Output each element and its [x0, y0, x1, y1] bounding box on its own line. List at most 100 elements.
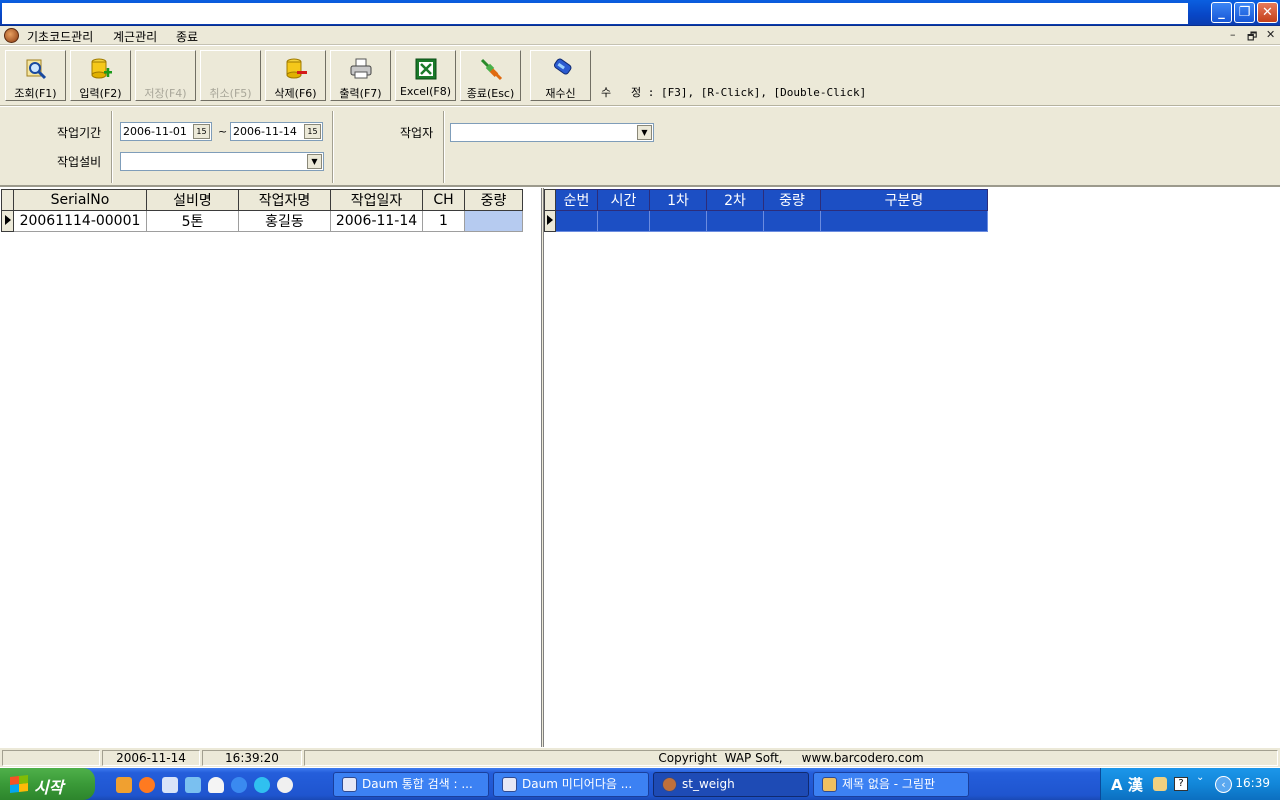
- quicklaunch-desktop-icon[interactable]: [162, 777, 178, 793]
- start-label: 시작: [34, 778, 64, 797]
- calendar-icon[interactable]: 15: [304, 124, 321, 139]
- cell-ch[interactable]: 1: [422, 210, 465, 232]
- search-button[interactable]: 조회(F1): [5, 50, 66, 101]
- period-label: 작업기간: [57, 126, 102, 140]
- app-icon: [662, 777, 677, 792]
- cell-weight[interactable]: [464, 210, 523, 232]
- column-header-weight[interactable]: 중량: [763, 189, 821, 211]
- menu-item-exit[interactable]: 종료: [176, 28, 198, 45]
- worker-select[interactable]: ▼: [450, 123, 654, 142]
- task-daum-search[interactable]: Daum 통합 검색 : ...: [333, 772, 489, 797]
- app-icon[interactable]: [4, 28, 19, 43]
- cell-worker[interactable]: 홍길동: [238, 210, 331, 232]
- chevron-down-icon[interactable]: ▼: [637, 125, 652, 140]
- mdi-restore-icon[interactable]: 🗗: [1247, 28, 1257, 47]
- cell-serialno[interactable]: 20061114-00001: [13, 210, 147, 232]
- cell-second[interactable]: [706, 210, 764, 232]
- toolbar: 조회(F1) 입력(F2) 저장(F4) 취소(F5) 삭제(F6) 출력(F7…: [0, 46, 1280, 106]
- mdi-minimize-icon[interactable]: –: [1230, 28, 1236, 41]
- column-header-equipment[interactable]: 설비명: [146, 189, 239, 211]
- start-button[interactable]: 시작: [0, 768, 95, 800]
- equipment-select[interactable]: ▼: [120, 152, 324, 171]
- cell-seq[interactable]: [555, 210, 598, 232]
- splitter[interactable]: [541, 188, 544, 747]
- column-header-category[interactable]: 구분명: [820, 189, 988, 211]
- cell-category[interactable]: [820, 210, 988, 232]
- column-header-worker[interactable]: 작업자명: [238, 189, 331, 211]
- row-indicator[interactable]: [544, 210, 556, 232]
- magnifier-icon: [26, 59, 46, 80]
- task-paint[interactable]: 제목 없음 - 그림판: [813, 772, 969, 797]
- column-header-time[interactable]: 시간: [597, 189, 650, 211]
- chevron-down-icon[interactable]: ▼: [307, 154, 322, 169]
- resend-button[interactable]: 재수신: [530, 50, 591, 101]
- quicklaunch-firefox-icon[interactable]: [139, 777, 155, 793]
- task-st-weigh[interactable]: st_weigh: [653, 772, 809, 797]
- database-delete-icon: [286, 58, 307, 79]
- ime-indicator[interactable]: A 漢: [1111, 774, 1143, 795]
- row-indicator[interactable]: [1, 210, 14, 232]
- print-button-label: 출력(F7): [339, 87, 382, 100]
- task-daum-media[interactable]: Daum 미디어다음 ...: [493, 772, 649, 797]
- insert-button-label: 입력(F2): [79, 87, 122, 100]
- excel-button[interactable]: Excel(F8): [395, 50, 456, 101]
- weigh-detail-grid: 순번 시간 1차 2차 중량 구분명: [544, 189, 988, 232]
- date-from-value: 2006-11-01: [123, 125, 187, 138]
- show-hidden-icons-icon[interactable]: ‹: [1215, 776, 1232, 793]
- save-button-label: 저장(F4): [144, 87, 187, 100]
- quicklaunch-media-icon[interactable]: [277, 777, 293, 793]
- taskbar: 시작 Daum 통합 검색 : ... Daum 미디어다음 ... st_we…: [0, 768, 1280, 800]
- ime-toolbar-icon[interactable]: [1153, 777, 1167, 791]
- quicklaunch-alarm-icon[interactable]: [116, 777, 132, 793]
- excel-icon: [415, 58, 436, 80]
- insert-button[interactable]: 입력(F2): [70, 50, 131, 101]
- quicklaunch-ie-icon[interactable]: [231, 777, 247, 793]
- quicklaunch-search-icon[interactable]: [254, 777, 270, 793]
- cell-equipment[interactable]: 5톤: [146, 210, 239, 232]
- clock[interactable]: 16:39: [1235, 776, 1270, 790]
- status-panel-empty: [2, 750, 100, 766]
- menu-item-weighing[interactable]: 계근관리: [113, 28, 157, 45]
- worker-label: 작업자: [400, 126, 434, 140]
- quicklaunch-app-icon[interactable]: [185, 777, 201, 793]
- close-button[interactable]: ✕: [1257, 2, 1278, 23]
- quicklaunch-messenger-icon[interactable]: [208, 777, 224, 793]
- help-icon[interactable]: ?: [1174, 777, 1188, 791]
- phone-receive-icon: [553, 58, 571, 75]
- resend-button-label: 재수신: [545, 87, 576, 100]
- cancel-button[interactable]: 취소(F5): [200, 50, 261, 101]
- paint-icon: [822, 777, 837, 792]
- windows-logo-icon: [10, 775, 28, 793]
- column-header-seq[interactable]: 순번: [555, 189, 598, 211]
- cell-weight[interactable]: [763, 210, 821, 232]
- cell-work-date[interactable]: 2006-11-14: [330, 210, 423, 232]
- save-button[interactable]: 저장(F4): [135, 50, 196, 101]
- menu-bar: 기초코드관리 계근관리 종료 – 🗗 ✕: [0, 26, 1280, 45]
- menu-item-basic-codes[interactable]: 기초코드관리: [27, 28, 93, 45]
- column-header-first[interactable]: 1차: [649, 189, 707, 211]
- table-row[interactable]: [544, 210, 988, 232]
- minimize-button[interactable]: _: [1211, 2, 1232, 23]
- column-header-second[interactable]: 2차: [706, 189, 764, 211]
- save-icon: [154, 57, 178, 81]
- date-from-input[interactable]: 2006-11-01 15: [120, 122, 212, 141]
- calendar-icon[interactable]: 15: [193, 124, 210, 139]
- current-row-arrow-icon: [547, 215, 553, 225]
- ime-options-icon[interactable]: ⌄: [1196, 772, 1204, 783]
- search-button-label: 조회(F1): [14, 87, 57, 100]
- task-label: st_weigh: [682, 777, 735, 791]
- column-header-weight[interactable]: 중량: [464, 189, 523, 211]
- mdi-close-icon[interactable]: ✕: [1266, 28, 1275, 41]
- column-header-ch[interactable]: CH: [422, 189, 465, 211]
- table-row[interactable]: 20061114-00001 5톤 홍길동 2006-11-14 1: [1, 210, 523, 232]
- exit-button[interactable]: 종료(Esc): [460, 50, 521, 101]
- cell-time[interactable]: [597, 210, 650, 232]
- cell-first[interactable]: [649, 210, 707, 232]
- date-to-input[interactable]: 2006-11-14 15: [230, 122, 323, 141]
- status-date: 2006-11-14: [102, 750, 200, 766]
- delete-button[interactable]: 삭제(F6): [265, 50, 326, 101]
- column-header-serialno[interactable]: SerialNo: [13, 189, 147, 211]
- print-button[interactable]: 출력(F7): [330, 50, 391, 101]
- column-header-work-date[interactable]: 작업일자: [330, 189, 423, 211]
- restore-button[interactable]: ❐: [1234, 2, 1255, 23]
